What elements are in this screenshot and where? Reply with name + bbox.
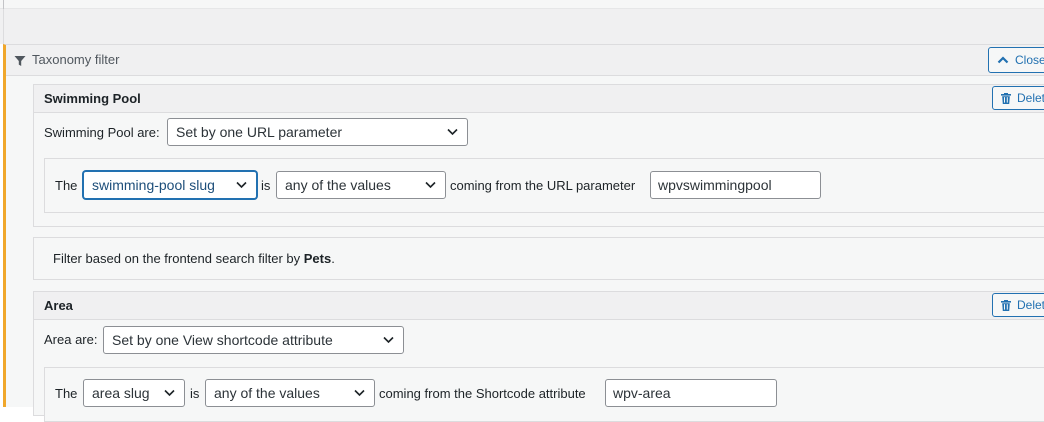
- section-gap: [0, 9, 1044, 44]
- frontend-filter-note: Filter based on the frontend search filt…: [33, 237, 1044, 280]
- input-value: wpvswimmingpool: [658, 177, 772, 193]
- area-mode-select[interactable]: Set by one View shortcode attribute: [103, 326, 404, 354]
- select-value: Set by one URL parameter: [176, 124, 343, 140]
- taxonomy-filter-panel: Taxonomy filter Close Swimming Pool Dele…: [3, 44, 1044, 422]
- is-label: is: [190, 386, 200, 401]
- chevron-down-icon: [447, 128, 458, 136]
- source-label: coming from the Shortcode attribute: [379, 386, 586, 401]
- delete-button-label: Delete: [1017, 91, 1044, 105]
- delete-button-label: Delete: [1017, 298, 1044, 312]
- previous-section-strip: [0, 0, 1044, 9]
- chevron-down-icon: [425, 181, 436, 189]
- select-value: swimming-pool slug: [92, 177, 215, 193]
- area-field-select[interactable]: area slug: [83, 379, 185, 407]
- area-title: Area: [44, 298, 73, 313]
- area-filter-block: Area Delete Area are: Set by one View sh…: [33, 291, 1044, 422]
- area-condition-row: The area slug is any of the values comin…: [44, 367, 1044, 422]
- select-value: area slug: [92, 385, 150, 401]
- area-mode-label: Area are:: [44, 332, 98, 347]
- close-button[interactable]: Close: [988, 47, 1044, 73]
- swimming-pool-mode-select[interactable]: Set by one URL parameter: [167, 118, 468, 146]
- shortcode-attribute-input[interactable]: wpv-area: [605, 379, 777, 407]
- chevron-up-icon: [997, 56, 1009, 64]
- chevron-down-icon: [236, 181, 247, 189]
- panel-title: Taxonomy filter: [32, 52, 120, 67]
- delete-area-button[interactable]: Delete: [992, 293, 1044, 317]
- filter-funnel-icon: [14, 56, 26, 66]
- note-text-before: Filter based on the frontend search filt…: [53, 251, 301, 266]
- swimming-pool-condition-row: The swimming-pool slug is any of the val…: [44, 158, 1044, 213]
- url-parameter-input[interactable]: wpvswimmingpool: [650, 171, 821, 199]
- swimming-pool-filter-block: Swimming Pool Delete Swimming Pool are: …: [33, 84, 1044, 227]
- close-button-label: Close: [1015, 53, 1044, 67]
- trash-icon: [1001, 299, 1011, 311]
- swimming-pool-field-select[interactable]: swimming-pool slug: [83, 171, 257, 199]
- chevron-down-icon: [383, 336, 394, 344]
- area-operator-select[interactable]: any of the values: [205, 379, 375, 407]
- select-value: Set by one View shortcode attribute: [112, 332, 333, 348]
- chevron-down-icon: [164, 389, 175, 397]
- note-text-after: .: [331, 251, 335, 266]
- row-prefix: The: [55, 386, 78, 401]
- swimming-pool-title: Swimming Pool: [44, 91, 141, 106]
- panel-header: Taxonomy filter: [6, 45, 1044, 76]
- area-block-header: Area: [34, 292, 1044, 320]
- is-label: is: [261, 178, 271, 193]
- note-text-bold: Pets: [303, 251, 332, 266]
- select-value: any of the values: [285, 177, 391, 193]
- delete-swimming-pool-button[interactable]: Delete: [992, 86, 1044, 110]
- row-prefix: The: [55, 178, 78, 193]
- swimming-pool-mode-label: Swimming Pool are:: [44, 125, 160, 140]
- chevron-down-icon: [354, 389, 365, 397]
- source-label: coming from the URL parameter: [450, 178, 636, 193]
- trash-icon: [1001, 92, 1011, 104]
- note-text: Filter based on the frontend search filt…: [53, 251, 335, 266]
- swimming-pool-operator-select[interactable]: any of the values: [276, 171, 446, 199]
- select-value: any of the values: [214, 385, 320, 401]
- input-value: wpv-area: [613, 385, 671, 401]
- swimming-pool-block-header: Swimming Pool: [34, 85, 1044, 113]
